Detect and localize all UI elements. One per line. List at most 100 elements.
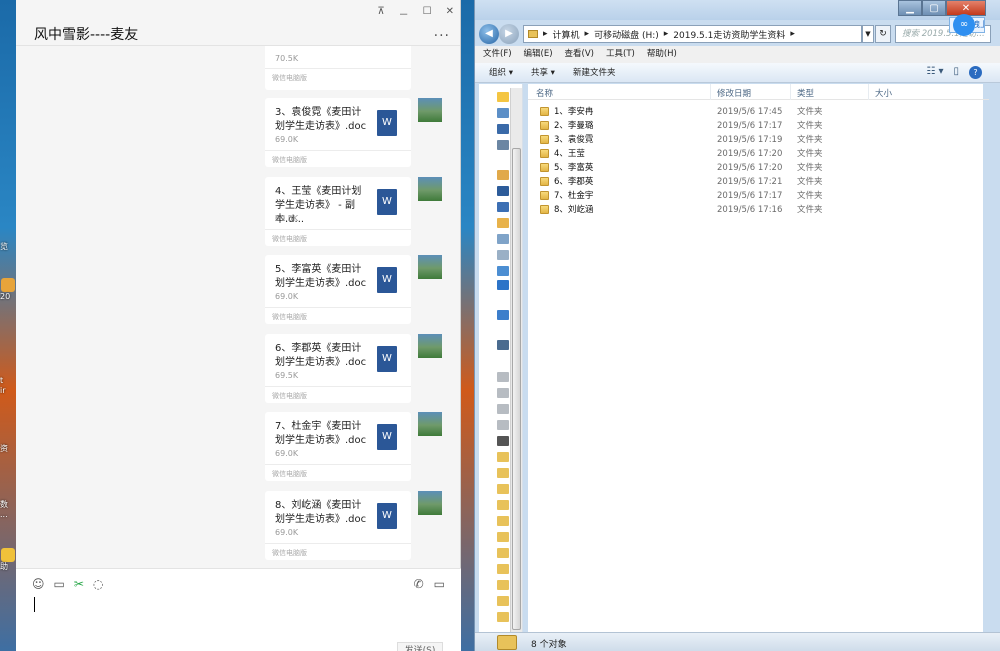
navigation-scrollbar[interactable]: [510, 88, 522, 634]
menu-view[interactable]: 查看(V): [565, 46, 594, 63]
column-divider[interactable]: [790, 84, 791, 100]
menu-file[interactable]: 文件(F): [483, 46, 512, 63]
folder-icon[interactable]: [497, 500, 509, 510]
folder-icon[interactable]: [497, 580, 509, 590]
recent-places-icon[interactable]: [497, 140, 509, 150]
address-dropdown-button[interactable]: ▼: [862, 25, 874, 43]
music-note-icon[interactable]: [497, 280, 509, 290]
chat-history-icon[interactable]: ◌: [93, 577, 103, 591]
help-icon[interactable]: ?: [969, 66, 982, 79]
file-message-card[interactable]: 6、李郡英《麦田计划学生走访表》.doc W 69.5K 微信电脑版: [265, 334, 411, 403]
folder-icon[interactable]: [497, 532, 509, 542]
breadcrumb-item-folder[interactable]: 2019.5.1走访资助学生资料: [673, 28, 785, 41]
avatar[interactable]: [418, 491, 442, 515]
send-button[interactable]: 发送(S): [397, 642, 443, 651]
scissors-icon[interactable]: ✂: [74, 577, 84, 591]
avatar[interactable]: [418, 255, 442, 279]
library-item-icon[interactable]: [497, 266, 509, 276]
libraries-icon[interactable]: [497, 170, 509, 180]
column-size[interactable]: 大小: [875, 87, 892, 99]
folder-icon[interactable]: [497, 564, 509, 574]
avatar[interactable]: [418, 177, 442, 201]
maximize-icon[interactable]: ☐: [423, 6, 432, 21]
removable-drive-icon[interactable]: [497, 436, 509, 446]
cloud-logo-icon[interactable]: ∞: [953, 14, 975, 36]
message-list[interactable]: 70.5K 微信电脑版 3、袁俊霓《麦田计划学生走访表》.doc W 69.0K…: [16, 46, 461, 568]
documents-library-icon[interactable]: [497, 218, 509, 228]
folder-row[interactable]: 2、李曼璐 2019/5/6 17:17 文件夹: [538, 119, 978, 133]
menu-tools[interactable]: 工具(T): [606, 46, 635, 63]
desktop-icon[interactable]: t ir: [0, 376, 16, 396]
scrollbar-thumb[interactable]: [512, 148, 521, 630]
folder-icon[interactable]: [497, 612, 509, 622]
emoji-icon[interactable]: ☺: [32, 577, 45, 591]
favorites-star-icon[interactable]: [497, 92, 509, 102]
drive-icon[interactable]: [497, 420, 509, 430]
avatar[interactable]: [418, 98, 442, 122]
file-message-card[interactable]: 5、李富英《麦田计划学生走访表》.doc W 69.0K 微信电脑版: [265, 255, 411, 324]
folder-icon[interactable]: ▭: [54, 577, 65, 591]
organize-button[interactable]: 组织 ▾: [489, 63, 513, 82]
folder-icon[interactable]: [497, 468, 509, 478]
desktop-icon[interactable]: 览: [0, 242, 16, 252]
folder-icon[interactable]: [497, 548, 509, 558]
close-icon[interactable]: ✕: [446, 6, 454, 21]
file-message-card[interactable]: 3、袁俊霓《麦田计划学生走访表》.doc W 69.0K 微信电脑版: [265, 98, 411, 167]
folder-row[interactable]: 6、李郡英 2019/5/6 17:21 文件夹: [538, 175, 978, 189]
file-list[interactable]: 名称 修改日期 类型 大小 1、李安冉 2019/5/6 17:45 文件夹 2…: [528, 84, 989, 632]
avatar[interactable]: [418, 334, 442, 358]
folder-row[interactable]: 3、袁俊霓 2019/5/6 17:19 文件夹: [538, 133, 978, 147]
back-button[interactable]: ◀: [479, 24, 499, 44]
desktop-icon[interactable]: 助: [0, 548, 16, 572]
breadcrumb-separator[interactable]: ▸: [585, 29, 590, 39]
drive-icon[interactable]: [497, 404, 509, 414]
breadcrumb-separator[interactable]: ▸: [543, 29, 548, 39]
file-message-card[interactable]: 7、杜金宇《麦田计划学生走访表》.doc W 69.0K 微信电脑版: [265, 412, 411, 481]
pin-icon[interactable]: ⊼: [377, 6, 384, 21]
column-divider[interactable]: [868, 84, 869, 100]
file-message-card[interactable]: 4、王莹《麦田计划学生走访表》 - 副本.d... W 69.5K 微信电脑版: [265, 177, 411, 246]
minimize-button[interactable]: ▁: [898, 0, 922, 16]
forward-button[interactable]: ▶: [499, 24, 519, 44]
column-date[interactable]: 修改日期: [717, 87, 751, 99]
desktop-icon[interactable]: 数...: [0, 500, 16, 520]
file-message-card[interactable]: 70.5K 微信电脑版: [265, 46, 411, 90]
menu-edit[interactable]: 编辑(E): [524, 46, 553, 63]
library-item-icon[interactable]: [497, 250, 509, 260]
maximize-button[interactable]: ▢: [922, 0, 946, 16]
homegroup-icon[interactable]: [497, 310, 509, 320]
folder-icon[interactable]: [497, 516, 509, 526]
breadcrumb-item-drive[interactable]: 可移动磁盘 (H:): [594, 28, 659, 41]
avatar[interactable]: [418, 412, 442, 436]
phone-icon[interactable]: ✆: [414, 577, 424, 591]
breadcrumb-item-computer[interactable]: 计算机: [553, 28, 580, 41]
folder-row[interactable]: 8、刘屹涵 2019/5/6 17:16 文件夹: [538, 203, 978, 217]
share-button[interactable]: 共享 ▾: [531, 63, 555, 82]
breadcrumb-separator[interactable]: ▸: [790, 29, 795, 39]
breadcrumb[interactable]: ▸ 计算机 ▸ 可移动磁盘 (H:) ▸ 2019.5.1走访资助学生资料 ▸: [523, 25, 862, 43]
folder-row[interactable]: 5、李富英 2019/5/6 17:20 文件夹: [538, 161, 978, 175]
computer-icon[interactable]: [497, 340, 509, 350]
refresh-button[interactable]: ↻: [875, 25, 891, 43]
video-library-icon[interactable]: [497, 186, 509, 196]
drive-icon[interactable]: [497, 372, 509, 382]
folder-row[interactable]: 1、李安冉 2019/5/6 17:45 文件夹: [538, 105, 978, 119]
column-divider[interactable]: [710, 84, 711, 100]
new-folder-button[interactable]: 新建文件夹: [573, 63, 616, 82]
desktop-icon[interactable]: [497, 124, 509, 134]
minimize-icon[interactable]: －: [399, 6, 409, 21]
preview-pane-icon[interactable]: ▯: [953, 66, 959, 79]
folder-row[interactable]: 7、杜金宇 2019/5/6 17:17 文件夹: [538, 189, 978, 203]
file-message-card[interactable]: 8、刘屹涵《麦田计划学生走访表》.doc W 69.0K 微信电脑版: [265, 491, 411, 560]
message-composer[interactable]: ☺ ▭ ✂ ◌ ✆ ▭ 发送(S): [16, 568, 461, 651]
pictures-library-icon[interactable]: [497, 202, 509, 212]
music-library-icon[interactable]: [497, 234, 509, 244]
desktop-icon[interactable]: 20: [0, 278, 16, 302]
menu-help[interactable]: 帮助(H): [647, 46, 677, 63]
column-type[interactable]: 类型: [797, 87, 814, 99]
column-name[interactable]: 名称: [536, 87, 553, 99]
view-mode-icon[interactable]: ☷ ▾: [926, 66, 943, 79]
folder-icon[interactable]: [497, 484, 509, 494]
folder-icon[interactable]: [497, 596, 509, 606]
video-call-icon[interactable]: ▭: [434, 577, 445, 591]
